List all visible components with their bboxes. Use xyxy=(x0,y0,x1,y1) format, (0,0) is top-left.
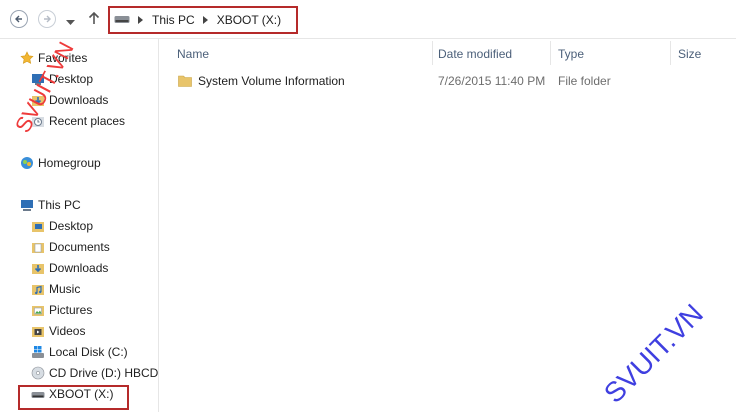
drive-icon xyxy=(114,13,130,27)
file-name: System Volume Information xyxy=(198,74,345,88)
chevron-down-icon xyxy=(66,20,75,25)
nav-this-pc-cd-drive-d[interactable]: CD Drive (D:) HBCD xyxy=(31,363,158,383)
back-button[interactable] xyxy=(10,10,28,28)
nav-homegroup[interactable]: Homegroup xyxy=(20,153,101,173)
documents-folder-icon xyxy=(32,243,44,253)
nav-this-pc-documents[interactable]: Documents xyxy=(31,237,110,257)
arrow-right-icon xyxy=(44,15,51,23)
navigation-pane: Favorites Desktop Downloads Recent place… xyxy=(0,39,158,412)
recent-locations-button[interactable] xyxy=(66,15,75,29)
arrow-left-icon xyxy=(15,15,22,23)
column-header-size[interactable]: Size xyxy=(678,44,701,64)
column-divider[interactable] xyxy=(670,41,671,65)
nav-this-pc[interactable]: This PC xyxy=(20,195,81,215)
cd-drive-icon xyxy=(31,366,45,380)
column-header-name[interactable]: Name xyxy=(177,44,209,64)
nav-this-pc-videos[interactable]: Videos xyxy=(31,321,85,341)
file-type: File folder xyxy=(558,74,611,88)
breadcrumb-separator xyxy=(202,16,208,24)
column-divider[interactable] xyxy=(550,41,551,65)
file-row[interactable]: System Volume Information 7/26/2015 11:4… xyxy=(173,71,723,91)
homegroup-icon xyxy=(21,157,33,169)
column-divider[interactable] xyxy=(432,41,433,65)
breadcrumb-xboot[interactable]: XBOOT (X:) xyxy=(217,13,281,27)
nav-this-pc-downloads[interactable]: Downloads xyxy=(31,258,108,278)
windows-drive-icon xyxy=(32,346,44,358)
nav-this-pc-pictures[interactable]: Pictures xyxy=(31,300,92,320)
up-button[interactable] xyxy=(88,11,100,28)
breadcrumb-this-pc[interactable]: This PC xyxy=(152,13,195,27)
column-header-date-modified[interactable]: Date modified xyxy=(438,44,512,64)
music-folder-icon xyxy=(32,285,44,295)
desktop-folder-icon xyxy=(32,222,44,232)
toolbar: This PC XBOOT (X:) xyxy=(0,0,736,38)
nav-this-pc-desktop[interactable]: Desktop xyxy=(31,216,93,236)
selected-drive-highlight-box xyxy=(18,385,129,410)
nav-this-pc-music[interactable]: Music xyxy=(31,279,80,299)
arrow-up-icon xyxy=(88,11,100,24)
downloads-folder-icon xyxy=(32,264,44,274)
star-icon xyxy=(20,51,34,64)
forward-button[interactable] xyxy=(38,10,56,28)
videos-folder-icon xyxy=(32,327,44,337)
pictures-folder-icon xyxy=(32,306,44,316)
address-bar[interactable]: This PC XBOOT (X:) xyxy=(108,6,298,34)
computer-icon xyxy=(21,200,33,211)
folder-icon xyxy=(178,75,192,87)
file-date-modified: 7/26/2015 11:40 PM xyxy=(438,74,546,88)
nav-this-pc-local-disk-c[interactable]: Local Disk (C:) xyxy=(31,342,128,362)
breadcrumb-separator xyxy=(138,16,143,24)
column-header-type[interactable]: Type xyxy=(558,44,584,64)
